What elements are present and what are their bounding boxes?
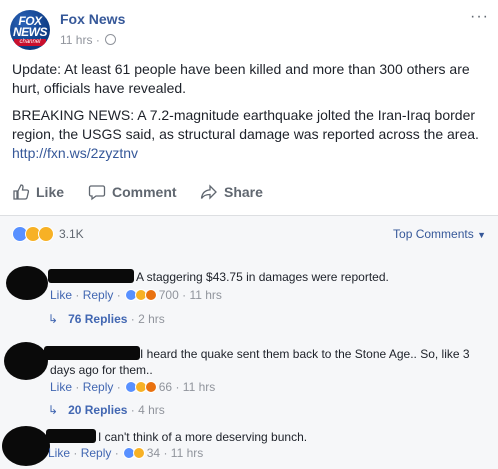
post-paragraph-breaking: BREAKING NEWS: A 7.2-magnitude earthquak… [12,107,479,161]
angry-reaction-icon [144,289,157,301]
comment-time[interactable]: 11 hrs [171,446,203,460]
comment-label: Comment [112,184,177,200]
comment-text: I heard the quake sent them back to the … [50,347,470,377]
comment-time[interactable]: 11 hrs [189,288,221,302]
replies-link[interactable]: ↳ 20 Replies · 4 hrs [48,403,165,417]
share-arrow-icon [200,184,217,200]
article-link[interactable]: http://fxn.ws/2zyztnv [12,145,138,161]
like-button[interactable]: Like [12,183,64,201]
comment-reaction-count: 34 [146,446,161,460]
comment-like-link[interactable]: Like [50,288,72,302]
post-paragraph-update: Update: At least 61 people have been kil… [12,61,470,96]
page-name-link[interactable]: Fox News [60,11,125,27]
comment-meta: Like · Reply · 66 · 11 hrs [50,380,216,394]
post-meta: 11 hrs · [60,33,117,47]
speech-bubble-icon [88,185,106,201]
comment-reactions[interactable] [124,289,157,301]
reactions-summary[interactable]: 3.1K [12,226,84,242]
reaction-count: 3.1K [59,227,84,241]
post-time[interactable]: 11 hrs [60,33,92,47]
redacted-name [46,429,96,443]
globe-icon [105,34,117,45]
comment-time[interactable]: 11 hrs [183,380,215,394]
logo-channel-text: channel [14,39,46,46]
comment-like-link[interactable]: Like [48,446,70,460]
logo-text: FOX NEWS [13,14,48,39]
avatar[interactable] [2,426,50,466]
comments-section: 3.1K Top Comments ▼ A staggering $43.75 … [0,215,498,469]
replies-link[interactable]: ↳ 76 Replies · 2 hrs [48,312,165,326]
reply-arrow-icon: ↳ [48,403,59,417]
comment-reaction-count: 700 [158,288,179,302]
comment-like-link[interactable]: Like [50,380,72,394]
share-button[interactable]: Share [200,183,263,201]
comment-text: A staggering $43.75 in damages were repo… [136,270,389,284]
comment-text: I can't think of a more deserving bunch. [98,430,308,444]
avatar[interactable] [6,266,48,300]
thumbs-up-icon [13,184,30,200]
share-label: Share [224,184,263,200]
angry-reaction-icon [144,381,157,393]
comment-reactions[interactable] [122,447,145,459]
comment-reaction-count: 66 [158,380,173,394]
comment-reply-link[interactable]: Reply [83,380,114,394]
post-card: FOX NEWS channel Fox News 11 hrs · ··· Up… [0,0,498,215]
comment-reply-link[interactable]: Reply [81,446,112,460]
top-comments-dropdown[interactable]: Top Comments ▼ [393,227,486,241]
reply-arrow-icon: ↳ [48,312,59,326]
comment-button[interactable]: Comment [88,183,177,201]
comment-meta: Like · Reply · 34 · 11 hrs [48,446,204,460]
comment-meta: Like · Reply · 700 · 11 hrs [50,288,222,302]
redacted-name [48,269,134,283]
comment-reply-link[interactable]: Reply [83,288,114,302]
sad-reaction-icon [38,226,54,242]
like-label: Like [36,184,65,200]
caret-down-icon: ▼ [477,230,486,240]
comment-reactions[interactable] [124,381,157,393]
fox-news-logo[interactable]: FOX NEWS channel [10,10,50,50]
haha-reaction-icon [132,447,145,459]
avatar[interactable] [4,342,48,380]
more-options-icon[interactable]: ··· [470,8,489,26]
post-body: Update: At least 61 people have been kil… [12,60,488,163]
post-actions: Like Comment Share [12,180,486,206]
